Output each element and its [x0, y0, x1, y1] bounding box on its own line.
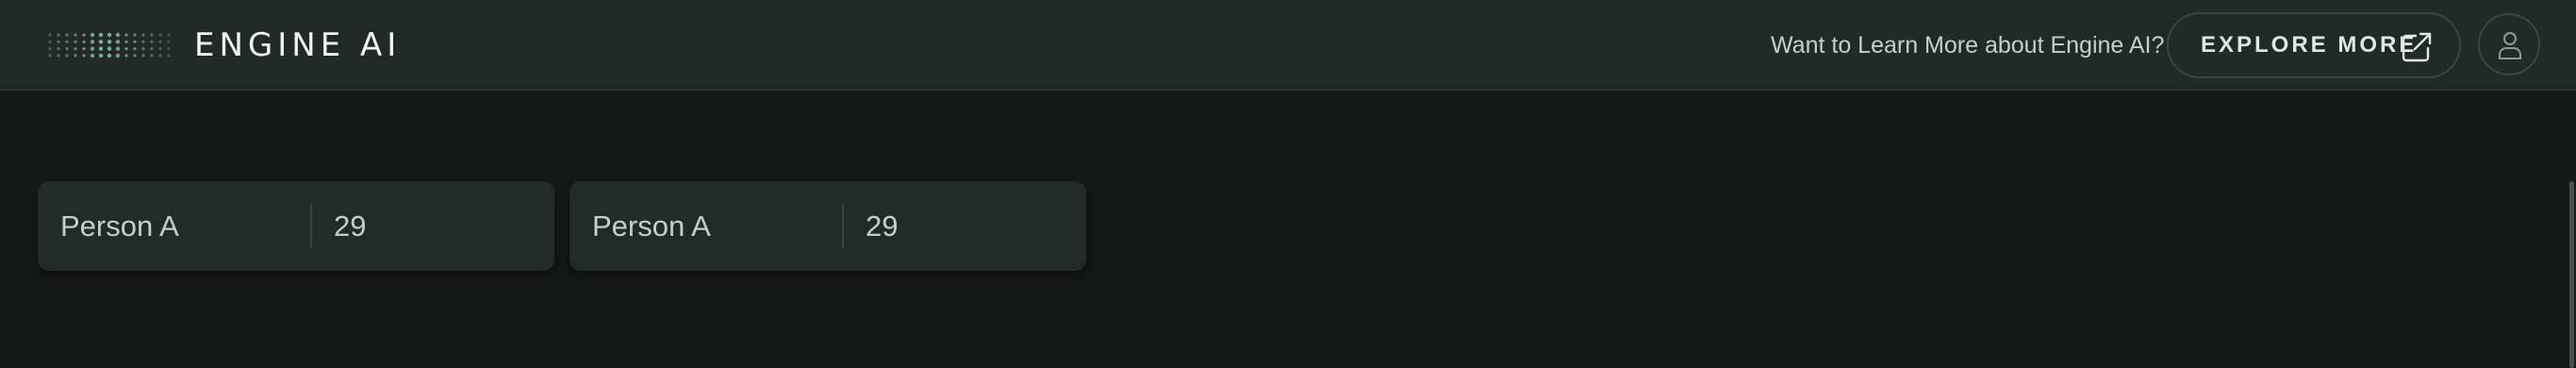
logo-dot [158, 47, 162, 51]
logo-dot [74, 54, 77, 58]
person-card[interactable]: Person A 29 [570, 181, 1086, 271]
scrollbar[interactable] [2567, 91, 2576, 368]
logo-dot [107, 40, 112, 44]
logo-dot [74, 40, 77, 43]
logo-dot [48, 33, 52, 37]
logo-dot [115, 32, 121, 38]
logo-dot [74, 47, 77, 51]
logo-dot [115, 40, 121, 44]
logo-dot [167, 33, 171, 37]
logo-dot [98, 40, 104, 44]
person-name: Person A [60, 209, 179, 243]
logo-dot [57, 54, 60, 58]
logo-dot [158, 54, 162, 58]
logo-dot [141, 47, 145, 51]
logo-dot [48, 47, 52, 51]
logo-dot [124, 40, 128, 43]
logo-dot [65, 54, 69, 58]
card-divider [310, 204, 312, 248]
explore-more-button[interactable]: EXPLORE MORE [2167, 12, 2461, 78]
logo-dot [107, 46, 112, 51]
logo-dot [150, 47, 154, 51]
top-bar: ENGINE AI Want to Learn More about Engin… [0, 0, 2576, 91]
logo-dot [90, 40, 95, 44]
logo-dot [82, 47, 86, 51]
logo-dot [133, 33, 137, 37]
scrollbar-thumb[interactable] [2569, 181, 2574, 368]
logo-dot [167, 54, 171, 58]
logo-dot [115, 53, 121, 59]
user-profile-button[interactable] [2478, 13, 2540, 75]
user-icon [2499, 32, 2521, 59]
logo-dot [48, 40, 52, 43]
logo-dot [124, 33, 128, 37]
person-value: 29 [334, 209, 367, 243]
logo-dot [158, 33, 162, 37]
logo-dot [150, 54, 154, 58]
logo-dot [141, 33, 145, 37]
logo-dot [98, 32, 104, 38]
explore-more-label: EXPLORE MORE [2201, 32, 2418, 58]
brand-logo[interactable]: ENGINE AI [47, 28, 401, 62]
logo-dot [124, 47, 128, 51]
logo-dot [98, 53, 104, 59]
learn-more-text: Want to Learn More about Engine AI? [1771, 32, 2165, 59]
logo-dot [167, 40, 171, 43]
logo-dot [90, 46, 95, 51]
logo-dot [57, 47, 60, 51]
logo-dot [133, 54, 137, 58]
logo-dot [82, 33, 86, 37]
person-card[interactable]: Person A 29 [38, 181, 554, 271]
logo-dot [57, 40, 60, 43]
brand-name: ENGINE AI [194, 26, 402, 64]
logo-dot [115, 46, 121, 51]
logo-dot [57, 33, 60, 37]
logo-dot [48, 54, 52, 58]
person-value: 29 [866, 209, 899, 243]
logo-dot [90, 53, 95, 59]
logo-dot [65, 47, 69, 51]
logo-dot [150, 33, 154, 37]
logo-dot [82, 54, 86, 58]
person-name: Person A [592, 209, 711, 243]
logo-dots-icon [48, 32, 171, 59]
logo-dot [141, 54, 145, 58]
logo-dot [107, 53, 112, 59]
page: ENGINE AI Want to Learn More about Engin… [0, 0, 2576, 368]
logo-dot [141, 40, 145, 43]
logo-dot [167, 47, 171, 51]
logo-dot [133, 47, 137, 51]
logo-dot [133, 40, 137, 43]
logo-dot [158, 40, 162, 43]
logo-dot [74, 33, 77, 37]
logo-dot [150, 40, 154, 43]
logo-dot [107, 32, 112, 38]
logo-dot [90, 32, 95, 38]
logo-dot [65, 40, 69, 43]
logo-dot [98, 46, 104, 51]
logo-dot [65, 33, 69, 37]
external-link-icon [2402, 32, 2432, 62]
logo-dot [124, 54, 128, 58]
card-divider [842, 204, 844, 248]
logo-dot [82, 40, 86, 43]
